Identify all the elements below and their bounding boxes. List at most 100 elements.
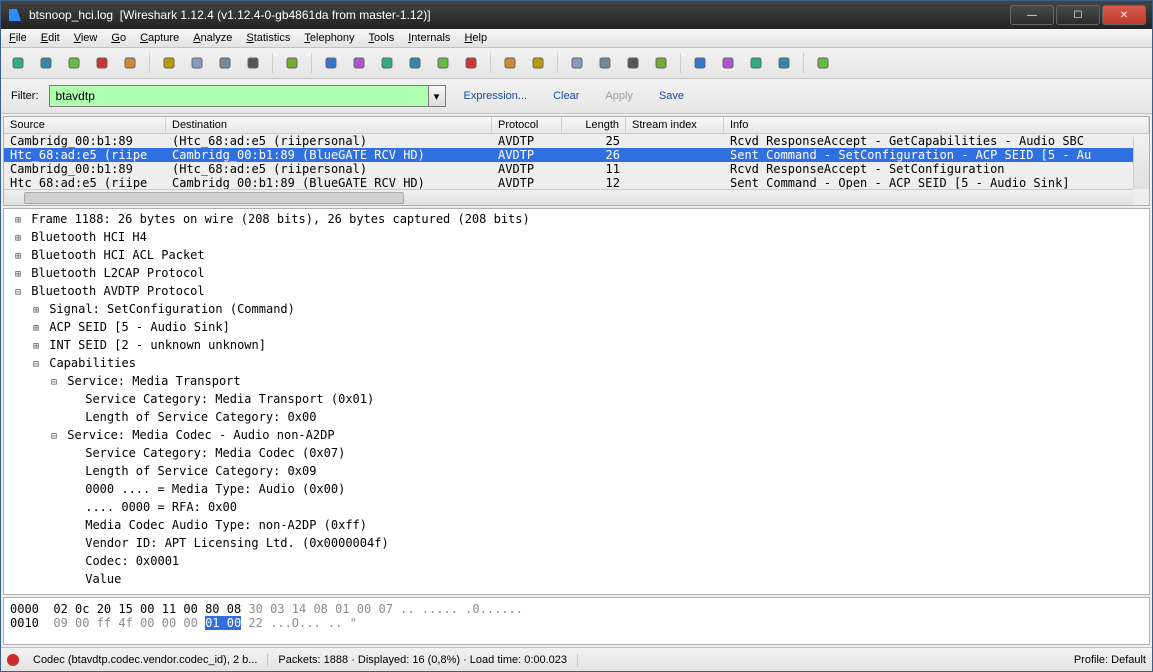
tree-toggle-icon[interactable] — [66, 447, 78, 463]
tree-node[interactable]: ⊞ Bluetooth L2CAP Protocol — [8, 265, 1145, 283]
tree-node[interactable]: Service Category: Media Codec (0x07) — [8, 445, 1145, 463]
layout2-icon[interactable] — [527, 52, 549, 74]
back-icon[interactable] — [348, 52, 370, 74]
goto-bottom-icon[interactable] — [460, 52, 482, 74]
table-row[interactable]: Cambridg_00:b1:89(Htc_68:ad:e5 (riiperso… — [4, 134, 1149, 148]
menu-view[interactable]: View — [74, 32, 98, 44]
zoom-reset-icon[interactable] — [622, 52, 644, 74]
packet-columns-header[interactable]: Source Destination Protocol Length Strea… — [4, 117, 1149, 134]
close-icon[interactable] — [214, 52, 236, 74]
print-icon[interactable] — [281, 52, 303, 74]
tree-node[interactable]: ⊞ Frame 1188: 26 bytes on wire (208 bits… — [8, 211, 1145, 229]
display-filter-icon[interactable] — [717, 52, 739, 74]
tree-toggle-icon[interactable] — [66, 519, 78, 535]
tree-toggle-icon[interactable] — [66, 573, 78, 589]
tree-toggle-icon[interactable] — [66, 555, 78, 571]
packet-list-pane[interactable]: Source Destination Protocol Length Strea… — [3, 116, 1150, 206]
tree-toggle-icon[interactable]: ⊟ — [30, 357, 42, 373]
tree-toggle-icon[interactable]: ⊟ — [48, 375, 60, 391]
forward-icon[interactable] — [376, 52, 398, 74]
menu-edit[interactable]: Edit — [41, 32, 60, 44]
save-button[interactable]: Save — [651, 90, 692, 102]
record-target-icon[interactable] — [35, 52, 57, 74]
minimize-button[interactable]: — — [1010, 5, 1054, 25]
packet-hscroll[interactable] — [4, 189, 1133, 205]
expert-info-icon[interactable] — [7, 654, 19, 666]
tree-node[interactable]: ⊟ Service: Media Transport — [8, 373, 1145, 391]
tree-toggle-icon[interactable]: ⊞ — [30, 321, 42, 337]
zoom-in-icon[interactable] — [566, 52, 588, 74]
clear-button[interactable]: Clear — [545, 90, 587, 102]
goto-top-icon[interactable] — [432, 52, 454, 74]
tree-node[interactable]: 0000 .... = Media Type: Audio (0x00) — [8, 481, 1145, 499]
layout1-icon[interactable] — [499, 52, 521, 74]
help-icon[interactable] — [812, 52, 834, 74]
find-icon[interactable] — [320, 52, 342, 74]
tree-toggle-icon[interactable]: ⊞ — [12, 249, 24, 265]
titlebar[interactable]: btsnoop_hci.log [Wireshark 1.12.4 (v1.12… — [1, 1, 1152, 29]
menu-help[interactable]: Help — [464, 32, 487, 44]
tree-node[interactable]: Vendor ID: APT Licensing Ltd. (0x0000004… — [8, 535, 1145, 553]
menu-analyze[interactable]: Analyze — [193, 32, 232, 44]
restart-icon[interactable] — [119, 52, 141, 74]
tree-node[interactable]: ⊞ Bluetooth HCI H4 — [8, 229, 1145, 247]
tree-node[interactable]: ⊟ Capabilities — [8, 355, 1145, 373]
tree-toggle-icon[interactable]: ⊞ — [30, 339, 42, 355]
tree-node[interactable]: ⊟ Service: Media Codec - Audio non-A2DP — [8, 427, 1145, 445]
menu-statistics[interactable]: Statistics — [246, 32, 290, 44]
hex-pane[interactable]: 0000 02 0c 20 15 00 11 00 80 08 30 03 14… — [3, 597, 1150, 645]
save-icon[interactable] — [186, 52, 208, 74]
capture-filter-icon[interactable] — [689, 52, 711, 74]
menu-telephony[interactable]: Telephony — [304, 32, 354, 44]
tree-node[interactable]: Service Category: Media Transport (0x01) — [8, 391, 1145, 409]
tree-node[interactable]: ⊞ Signal: SetConfiguration (Command) — [8, 301, 1145, 319]
open-icon[interactable] — [158, 52, 180, 74]
tree-toggle-icon[interactable]: ⊞ — [30, 303, 42, 319]
jump-icon[interactable] — [404, 52, 426, 74]
table-row[interactable]: Htc_68:ad:e5 (riipeCambridg_00:b1:89 (Bl… — [4, 176, 1149, 190]
tree-node[interactable]: Length of Service Category: 0x00 — [8, 409, 1145, 427]
tree-node[interactable]: .... 0000 = RFA: 0x00 — [8, 499, 1145, 517]
packet-detail-pane[interactable]: ⊞ Frame 1188: 26 bytes on wire (208 bits… — [3, 208, 1150, 595]
tree-node[interactable]: ⊞ Bluetooth HCI ACL Packet — [8, 247, 1145, 265]
apply-button[interactable]: Apply — [597, 90, 641, 102]
close-button[interactable]: ✕ — [1102, 5, 1146, 25]
tree-toggle-icon[interactable] — [66, 411, 78, 427]
menu-tools[interactable]: Tools — [369, 32, 395, 44]
stop-red-icon[interactable] — [91, 52, 113, 74]
tree-node[interactable]: Value — [8, 571, 1145, 589]
tree-toggle-icon[interactable] — [66, 537, 78, 553]
resize-cols-icon[interactable] — [650, 52, 672, 74]
tree-node[interactable]: Codec: 0x0001 — [8, 553, 1145, 571]
prefs-icon[interactable] — [773, 52, 795, 74]
menu-file[interactable]: File — [9, 32, 27, 44]
filter-input[interactable] — [49, 85, 429, 107]
menu-go[interactable]: Go — [111, 32, 126, 44]
tree-node[interactable]: Length of Service Category: 0x09 — [8, 463, 1145, 481]
tree-toggle-icon[interactable]: ⊟ — [12, 285, 24, 301]
tree-toggle-icon[interactable] — [66, 501, 78, 517]
menu-internals[interactable]: Internals — [408, 32, 450, 44]
refresh-icon[interactable] — [242, 52, 264, 74]
table-row[interactable]: Cambridg_00:b1:89(Htc_68:ad:e5 (riiperso… — [4, 162, 1149, 176]
filter-dropdown[interactable]: ▾ — [428, 85, 446, 107]
maximize-button[interactable]: ☐ — [1056, 5, 1100, 25]
status-profile[interactable]: Profile: Default — [1074, 654, 1146, 666]
record-circle-icon[interactable] — [7, 52, 29, 74]
tree-node[interactable]: ⊞ ACP SEID [5 - Audio Sink] — [8, 319, 1145, 337]
expression-button[interactable]: Expression... — [456, 90, 536, 102]
tree-node[interactable]: ⊟ Bluetooth AVDTP Protocol — [8, 283, 1145, 301]
table-row[interactable]: Htc_68:ad:e5 (riipeCambridg_00:b1:89 (Bl… — [4, 148, 1149, 162]
tree-node[interactable]: Media Codec Audio Type: non-A2DP (0xff) — [8, 517, 1145, 535]
tree-toggle-icon[interactable]: ⊞ — [12, 213, 24, 229]
tree-toggle-icon[interactable]: ⊞ — [12, 267, 24, 283]
zoom-out-icon[interactable] — [594, 52, 616, 74]
coloring-icon[interactable] — [745, 52, 767, 74]
play-green-icon[interactable] — [63, 52, 85, 74]
menu-capture[interactable]: Capture — [140, 32, 179, 44]
tree-toggle-icon[interactable] — [66, 465, 78, 481]
tree-toggle-icon[interactable] — [66, 483, 78, 499]
tree-node[interactable]: ⊞ INT SEID [2 - unknown unknown] — [8, 337, 1145, 355]
tree-toggle-icon[interactable]: ⊞ — [12, 231, 24, 247]
tree-toggle-icon[interactable]: ⊟ — [48, 429, 60, 445]
